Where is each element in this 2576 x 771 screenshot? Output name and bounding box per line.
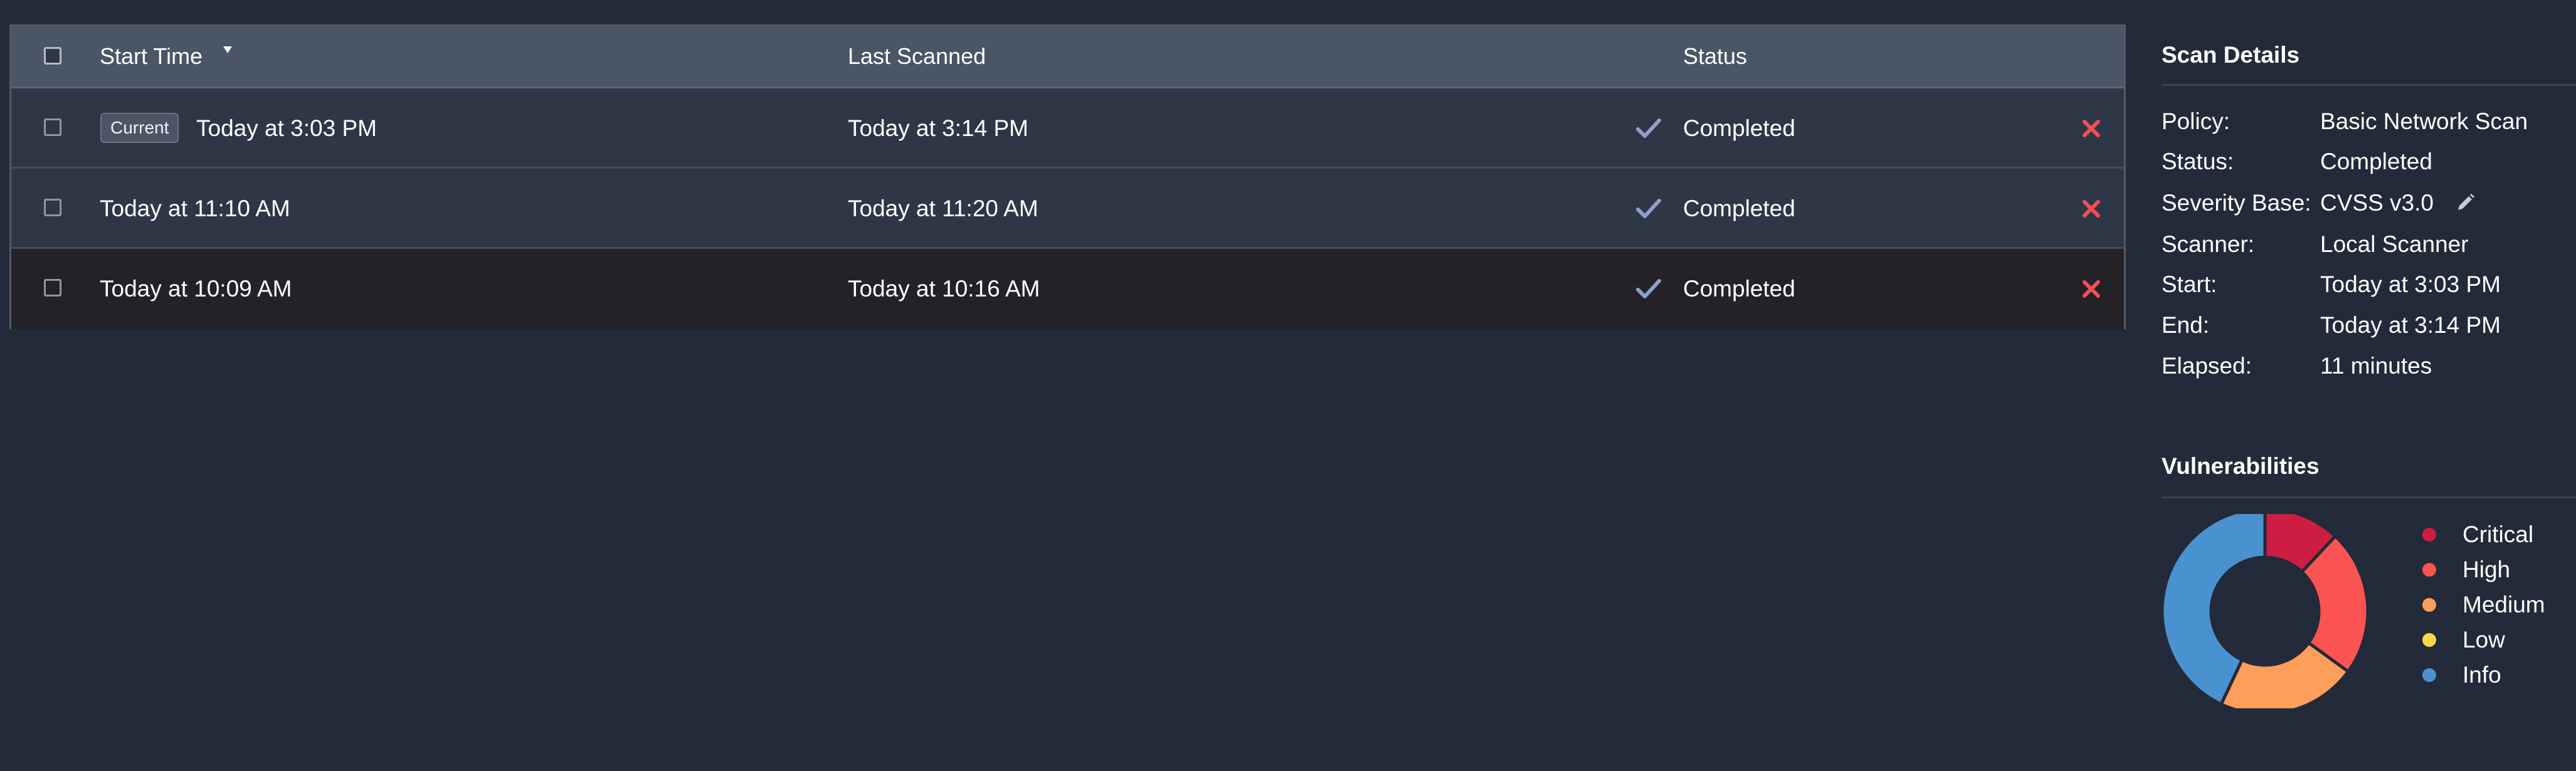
- start-value: Today at 3:03 PM: [2320, 271, 2501, 297]
- elapsed-value: 11 minutes: [2320, 353, 2432, 379]
- table-row[interactable]: Today at 10:09 AM Today at 10:16 AM Comp…: [11, 249, 2124, 329]
- check-icon: [1636, 279, 1661, 298]
- row-status: Completed: [1683, 115, 1795, 141]
- row-checkbox[interactable]: [44, 118, 61, 136]
- caret-down-icon[interactable]: [223, 46, 232, 53]
- section-divider: [2162, 84, 2576, 86]
- close-icon[interactable]: [2081, 118, 2102, 139]
- row-last-scanned: Today at 10:16 AM: [848, 276, 1040, 302]
- legend-dot: [2422, 668, 2436, 682]
- row-checkbox[interactable]: [44, 199, 61, 216]
- policy-label: Policy:: [2162, 108, 2230, 134]
- status-label: Status:: [2162, 149, 2234, 174]
- vulnerabilities-donut-chart: [2162, 514, 2370, 708]
- column-status[interactable]: Status: [1683, 43, 1747, 70]
- row-status: Completed: [1683, 276, 1795, 302]
- check-icon: [1636, 118, 1661, 138]
- legend-label: Info: [2463, 662, 2501, 688]
- scan-details-title: Scan Details: [2162, 42, 2300, 68]
- policy-value: Basic Network Scan: [2320, 108, 2528, 134]
- end-value: Today at 3:14 PM: [2320, 312, 2501, 338]
- vulnerabilities-title: Vulnerabilities: [2162, 453, 2320, 479]
- scanner-label: Scanner:: [2162, 231, 2255, 257]
- legend-label: Critical: [2463, 522, 2534, 547]
- legend-dot: [2422, 528, 2436, 542]
- table-row[interactable]: Today at 11:10 AM Today at 11:20 AM Comp…: [11, 169, 2124, 249]
- legend-dot: [2422, 563, 2436, 577]
- elapsed-label: Elapsed:: [2162, 353, 2252, 379]
- row-start-time: Today at 3:03 PM: [196, 115, 377, 141]
- start-label: Start:: [2162, 271, 2217, 297]
- status-value: Completed: [2320, 149, 2432, 174]
- current-badge: Current: [100, 113, 179, 143]
- section-divider: [2162, 496, 2576, 498]
- row-start-time: Today at 11:10 AM: [100, 196, 290, 221]
- end-label: End:: [2162, 312, 2210, 338]
- check-icon: [1636, 199, 1661, 218]
- column-last-scanned[interactable]: Last Scanned: [848, 43, 986, 70]
- scanner-value: Local Scanner: [2320, 231, 2469, 257]
- column-start-time[interactable]: Start Time: [100, 43, 203, 70]
- row-last-scanned: Today at 11:20 AM: [848, 196, 1038, 221]
- row-status: Completed: [1683, 196, 1795, 221]
- legend-label: High: [2463, 557, 2511, 582]
- legend-dot: [2422, 598, 2436, 612]
- row-checkbox[interactable]: [44, 279, 61, 296]
- scan-history-table: Start Time Last Scanned Status Current T…: [9, 24, 2126, 329]
- legend-label: Low: [2463, 627, 2505, 653]
- legend-label: Medium: [2463, 592, 2545, 617]
- row-start-time: Today at 10:09 AM: [100, 276, 292, 302]
- severity-base-value: CVSS v3.0: [2320, 190, 2434, 216]
- pencil-icon[interactable]: [2453, 191, 2477, 215]
- legend-dot: [2422, 633, 2436, 647]
- severity-base-label: Severity Base:: [2162, 190, 2311, 216]
- select-all-checkbox[interactable]: [44, 47, 61, 65]
- table-header: Start Time Last Scanned Status: [11, 26, 2124, 88]
- close-icon[interactable]: [2081, 198, 2102, 219]
- details-panel: Scan Details Policy: Basic Network Scan …: [2162, 0, 2576, 771]
- close-icon[interactable]: [2081, 278, 2102, 300]
- row-last-scanned: Today at 3:14 PM: [848, 115, 1028, 141]
- table-row[interactable]: Current Today at 3:03 PM Today at 3:14 P…: [11, 88, 2124, 169]
